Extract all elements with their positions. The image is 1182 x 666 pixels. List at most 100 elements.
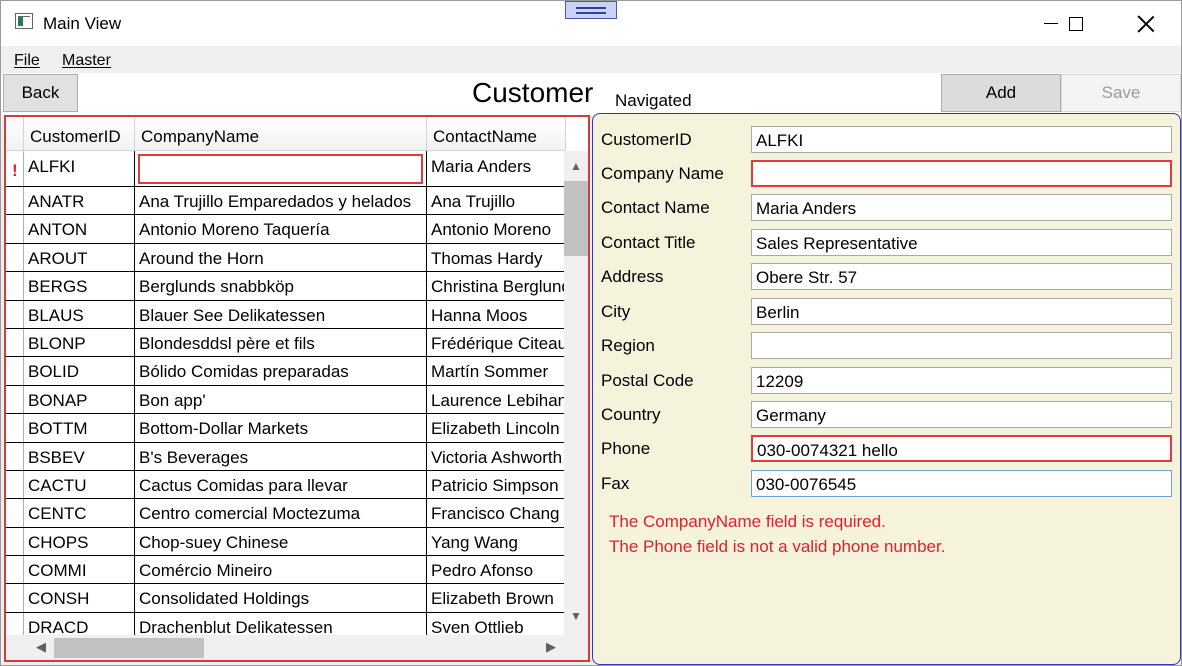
- drag-handle-icon[interactable]: [565, 1, 617, 19]
- table-row[interactable]: CACTU Cactus Comidas para llevar Patricio …: [6, 470, 566, 500]
- cell-contactname[interactable]: Yang Wang: [427, 528, 566, 555]
- row-header[interactable]: [6, 442, 24, 470]
- column-header-companyname[interactable]: CompanyName: [135, 117, 427, 151]
- row-header[interactable]: [6, 272, 24, 300]
- table-row[interactable]: BLAUS Blauer See Delikatessen Hanna Moos: [6, 300, 566, 329]
- row-header[interactable]: [6, 215, 24, 243]
- row-header[interactable]: [6, 328, 24, 357]
- cell-customerid[interactable]: BSBEV: [24, 442, 135, 470]
- cell-contactname[interactable]: Pedro Afonso: [427, 556, 566, 583]
- vertical-scrollbar[interactable]: ▲ ▼: [564, 151, 588, 635]
- row-header[interactable]: [6, 187, 24, 215]
- table-row[interactable]: BLONP Blondesddsl père et fils Frédérique …: [6, 328, 566, 358]
- cell-contactname[interactable]: Ana Trujillo: [427, 187, 566, 214]
- fax-field[interactable]: 030-0076545: [751, 470, 1172, 497]
- cell-contactname[interactable]: Elizabeth Brown: [427, 584, 566, 611]
- scroll-right-icon[interactable]: ▶: [546, 639, 556, 655]
- row-header[interactable]: [6, 499, 24, 527]
- row-header[interactable]: [6, 556, 24, 584]
- save-button[interactable]: Save: [1061, 74, 1181, 112]
- cell-customerid[interactable]: AROUT: [24, 243, 135, 272]
- close-button[interactable]: [1121, 1, 1171, 46]
- cell-companyname[interactable]: Centro comercial Moctezuma: [135, 499, 427, 527]
- row-header[interactable]: [6, 357, 24, 385]
- cell-customerid[interactable]: BONAP: [24, 385, 135, 414]
- cell-customerid[interactable]: BLAUS: [24, 300, 135, 328]
- customerid-field[interactable]: ALFKI: [751, 126, 1172, 153]
- row-header[interactable]: [6, 584, 24, 612]
- cell-companyname[interactable]: Comércio Mineiro: [135, 556, 427, 584]
- cell-customerid[interactable]: ANTON: [24, 215, 135, 243]
- cell-customerid[interactable]: ANATR: [24, 187, 135, 215]
- menu-file[interactable]: File: [14, 52, 40, 70]
- table-row[interactable]: AROUT Around the Horn Thomas Hardy: [6, 243, 566, 273]
- cell-customerid[interactable]: CACTU: [24, 470, 135, 499]
- column-header-customerid[interactable]: CustomerID: [24, 117, 135, 151]
- companyname-cell-editor[interactable]: [138, 154, 423, 184]
- cell-contactname[interactable]: Laurence Lebihan: [427, 386, 566, 413]
- cell-companyname[interactable]: Bon app': [135, 385, 427, 414]
- cell-companyname[interactable]: Berglunds snabbköp: [135, 272, 427, 300]
- cell-contactname[interactable]: Hanna Moos: [427, 301, 566, 328]
- table-row[interactable]: ANTON Antonio Moreno Taquería Antonio More…: [6, 215, 566, 244]
- cell-companyname[interactable]: Ana Trujillo Emparedados y helados: [135, 187, 427, 215]
- table-row-selected[interactable]: ! ALFKI Maria Anders: [6, 151, 566, 187]
- city-field[interactable]: Berlin: [751, 298, 1172, 325]
- contact-name-field[interactable]: Maria Anders: [751, 194, 1172, 221]
- table-row[interactable]: CHOPS Chop-suey Chinese Yang Wang: [6, 527, 566, 557]
- cell-companyname[interactable]: Blauer See Delikatessen: [135, 300, 427, 328]
- cell-contactname[interactable]: Francisco Chang: [427, 499, 566, 526]
- postal-code-field[interactable]: 12209: [751, 367, 1172, 394]
- cell-contactname[interactable]: Martín Sommer: [427, 357, 566, 384]
- cell-contactname[interactable]: Maria Anders: [427, 151, 566, 186]
- cell-customerid[interactable]: CHOPS: [24, 527, 135, 556]
- scroll-down-icon[interactable]: ▼: [570, 609, 582, 623]
- back-button[interactable]: Back: [3, 74, 78, 112]
- cell-companyname[interactable]: Blondesddsl père et fils: [135, 328, 427, 357]
- cell-customerid[interactable]: BERGS: [24, 272, 135, 300]
- address-field[interactable]: Obere Str. 57: [751, 263, 1172, 290]
- cell-contactname[interactable]: Christina Berglund: [427, 272, 566, 299]
- region-field[interactable]: [751, 332, 1172, 359]
- cell-companyname[interactable]: Consolidated Holdings: [135, 584, 427, 612]
- cell-companyname[interactable]: Bottom-Dollar Markets: [135, 414, 427, 442]
- cell-contactname[interactable]: Patricio Simpson: [427, 471, 566, 498]
- row-header[interactable]: [6, 300, 24, 328]
- table-row[interactable]: CENTC Centro comercial Moctezuma Francisco…: [6, 499, 566, 528]
- row-header[interactable]: [6, 414, 24, 442]
- scroll-left-icon[interactable]: ◀: [36, 639, 46, 655]
- table-row[interactable]: CONSH Consolidated Holdings Elizabeth Brow…: [6, 584, 566, 613]
- cell-contactname[interactable]: Elizabeth Lincoln: [427, 414, 566, 441]
- add-button[interactable]: Add: [941, 74, 1061, 112]
- horizontal-scroll-thumb[interactable]: [54, 638, 204, 658]
- cell-companyname[interactable]: Bólido Comidas preparadas: [135, 357, 427, 385]
- cell-customerid[interactable]: CENTC: [24, 499, 135, 527]
- row-header[interactable]: [6, 385, 24, 414]
- cell-customerid[interactable]: BLONP: [24, 328, 135, 357]
- cell-companyname[interactable]: Around the Horn: [135, 243, 427, 272]
- cell-customerid[interactable]: BOTTM: [24, 414, 135, 442]
- cell-companyname[interactable]: Antonio Moreno Taquería: [135, 215, 427, 243]
- table-row[interactable]: BOLID Bólido Comidas preparadas Martín Som…: [6, 357, 566, 386]
- cell-contactname[interactable]: Victoria Ashworth: [427, 443, 566, 470]
- row-header[interactable]: [6, 470, 24, 499]
- cell-customerid[interactable]: BOLID: [24, 357, 135, 385]
- table-row[interactable]: COMMI Comércio Mineiro Pedro Afonso: [6, 556, 566, 585]
- contact-title-field[interactable]: Sales Representative: [751, 229, 1172, 256]
- table-row[interactable]: BSBEV B's Beverages Victoria Ashworth: [6, 442, 566, 471]
- row-header[interactable]: [6, 527, 24, 556]
- horizontal-scrollbar[interactable]: ◀ ▶: [6, 635, 588, 660]
- column-header-contactname[interactable]: ContactName: [427, 117, 566, 151]
- row-header[interactable]: [6, 243, 24, 272]
- cell-contactname[interactable]: Frédérique Citeaux: [427, 329, 566, 356]
- row-header[interactable]: !: [6, 151, 24, 186]
- cell-companyname[interactable]: Cactus Comidas para llevar: [135, 470, 427, 499]
- cell-customerid[interactable]: ALFKI: [24, 151, 135, 186]
- cell-customerid[interactable]: COMMI: [24, 556, 135, 584]
- table-row[interactable]: BERGS Berglunds snabbköp Christina Berglun…: [6, 272, 566, 301]
- scroll-up-icon[interactable]: ▲: [570, 159, 582, 173]
- table-row[interactable]: BOTTM Bottom-Dollar Markets Elizabeth Linc…: [6, 414, 566, 443]
- company-name-field[interactable]: [751, 160, 1172, 187]
- cell-contactname[interactable]: Thomas Hardy: [427, 244, 566, 271]
- vertical-scroll-thumb[interactable]: [564, 181, 588, 256]
